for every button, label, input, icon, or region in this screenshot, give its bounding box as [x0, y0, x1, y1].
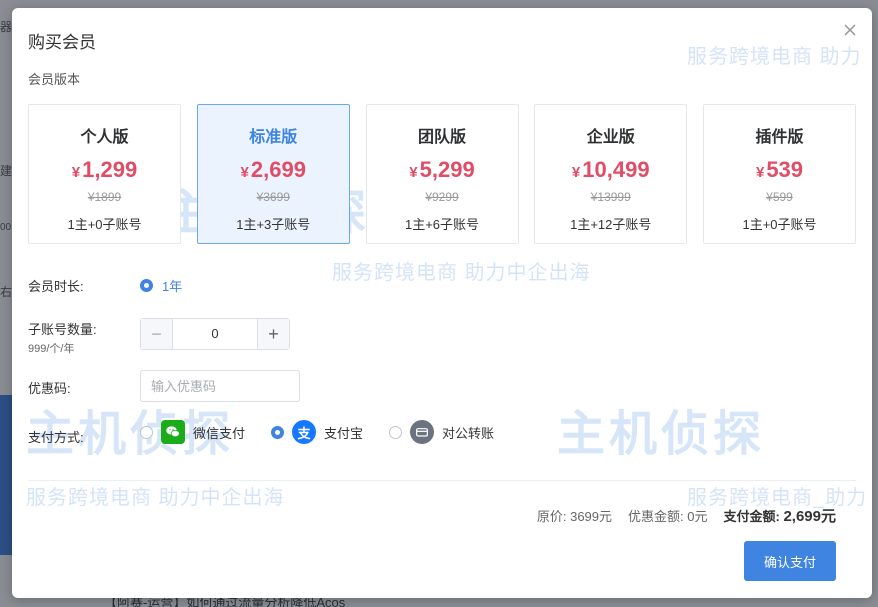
plan-price-value: 1,299 — [82, 157, 138, 182]
plan-price-value: 539 — [766, 157, 804, 182]
subaccount-quantity-stepper: − 0 + — [140, 318, 290, 350]
plan-price-value: 5,299 — [419, 157, 475, 182]
currency-symbol: ¥ — [755, 164, 765, 181]
radio-unchecked-icon[interactable] — [140, 425, 153, 439]
purchase-membership-dialog: 主机侦探 服务跨境电商 助力中企出海 服务跨境电商 助力 主机侦探 服务跨境电商… — [12, 8, 872, 598]
payment-option-label: 微信支付 — [193, 425, 246, 441]
subaccount-unit-price: 999/个/年 — [28, 343, 75, 355]
duration-option-1-year[interactable]: 1年 — [140, 276, 182, 295]
plan-accounts: 1主+0子账号 — [742, 217, 817, 232]
plan-name: 团队版 — [417, 129, 466, 146]
payment-option-label: 对公转账 — [442, 425, 495, 441]
divider — [28, 480, 856, 481]
original-price: 原价: 3699元 — [536, 509, 613, 524]
duration-option-label: 1年 — [162, 279, 183, 294]
plan-name: 插件版 — [755, 129, 804, 146]
membership-version-label: 会员版本 — [28, 72, 81, 87]
plan-price: ¥1,299 — [29, 157, 180, 186]
plan-card-standard[interactable]: 标准版 ¥2,699 ¥3699 1主+3子账号 — [196, 104, 350, 244]
plan-price: ¥10,499 — [535, 157, 686, 186]
plan-card-enterprise[interactable]: 企业版 ¥10,499 ¥13999 1主+12子账号 — [534, 104, 688, 244]
currency-symbol: ¥ — [409, 164, 418, 181]
payment-option-label: 支付宝 — [324, 425, 364, 441]
total-amount: 2,699元 — [783, 508, 836, 525]
background-text: 右 — [0, 285, 13, 299]
subaccount-label: 子账号数量: — [28, 322, 97, 337]
currency-symbol: ¥ — [240, 164, 249, 181]
plan-original-price: ¥1899 — [87, 190, 122, 204]
increment-button[interactable]: + — [257, 319, 289, 349]
alipay-icon: 支 — [292, 420, 317, 444]
radio-checked-icon[interactable] — [140, 279, 153, 292]
coupon-label: 优惠码: — [28, 381, 71, 396]
plan-accounts: 1主+3子账号 — [236, 217, 311, 232]
plan-card-team[interactable]: 团队版 ¥5,299 ¥9299 1主+6子账号 — [365, 104, 519, 244]
close-button[interactable] — [842, 22, 858, 38]
plan-original-price: ¥9299 — [425, 190, 459, 204]
watermark-text: 服务跨境电商 助力中企出海 — [26, 487, 285, 509]
background-text: 建 — [0, 164, 13, 178]
plan-price-value: 2,699 — [250, 157, 306, 182]
background-text: 器 — [0, 20, 13, 34]
close-icon — [844, 24, 856, 36]
watermark-logo: 主机侦探 — [557, 408, 766, 461]
total-label: 支付金额: — [723, 509, 780, 524]
plan-accounts: 1主+12子账号 — [570, 217, 652, 232]
coupon-input[interactable] — [140, 370, 300, 402]
wechat-icon — [161, 420, 185, 444]
payment-option-alipay[interactable]: 支 支付宝 — [271, 420, 363, 444]
currency-symbol: ¥ — [71, 164, 81, 181]
discount-amount: 优惠金额: 0元 — [628, 509, 708, 524]
plan-list: 个人版 ¥1,299 ¥1899 1主+0子账号 标准版 ¥2,699 ¥369… — [28, 104, 856, 244]
confirm-payment-button[interactable]: 确认支付 — [744, 541, 836, 581]
plan-card-plugin[interactable]: 插件版 ¥539 ¥599 1主+0子账号 — [703, 104, 856, 244]
payment-option-wechat[interactable]: 微信支付 — [140, 420, 245, 444]
plan-accounts: 1主+6子账号 — [404, 217, 480, 232]
subaccount-quantity-value[interactable]: 0 — [173, 319, 257, 349]
plan-original-price: ¥3699 — [256, 190, 290, 204]
plan-original-price: ¥599 — [766, 190, 793, 204]
plan-name: 企业版 — [586, 129, 635, 146]
payment-summary: 原价: 3699元 优惠金额: 0元 支付金额: 2,699元 — [537, 505, 836, 526]
payment-method-label: 支付方式: — [28, 430, 84, 445]
plan-card-personal[interactable]: 个人版 ¥1,299 ¥1899 1主+0子账号 — [28, 104, 181, 244]
decrement-button[interactable]: − — [141, 319, 173, 349]
payment-option-bank-transfer[interactable]: 对公转账 — [389, 420, 494, 444]
plan-price: ¥539 — [704, 157, 855, 186]
watermark-text: 服务跨境电商 助力中企出海 — [332, 262, 591, 284]
radio-unchecked-icon[interactable] — [389, 425, 403, 439]
currency-symbol: ¥ — [571, 164, 581, 181]
plan-price: ¥5,299 — [367, 157, 518, 186]
plan-price-value: 10,499 — [582, 157, 650, 182]
watermark-text: 服务跨境电商 助力 — [687, 46, 862, 68]
plan-original-price: ¥13999 — [590, 190, 631, 204]
bank-transfer-icon — [410, 420, 435, 444]
plan-name: 个人版 — [80, 129, 129, 146]
duration-label: 会员时长: — [28, 279, 84, 294]
plan-price: ¥2,699 — [198, 157, 349, 186]
payment-method-group: 微信支付 支 支付宝 对公转账 — [140, 420, 520, 444]
plan-name: 标准版 — [249, 129, 298, 146]
plan-accounts: 1主+0子账号 — [67, 217, 142, 232]
dialog-title: 购买会员 — [28, 33, 96, 52]
radio-checked-icon[interactable] — [271, 425, 285, 439]
background-text: 00 — [0, 222, 12, 233]
background-sidebar — [0, 395, 12, 555]
